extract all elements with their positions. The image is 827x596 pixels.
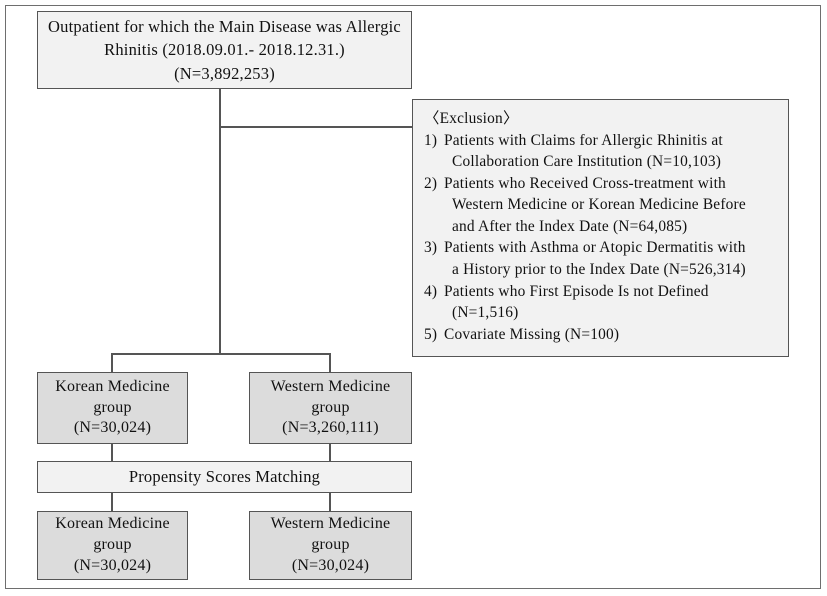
exclusion-item-2-line-1: Patients who Received Cross-treatment wi…	[444, 174, 726, 192]
connector-matching-to-western-post	[329, 492, 331, 512]
western-post-line-1: Western Medicine	[270, 515, 391, 533]
exclusion-item-4-line-2: (N=1,516)	[452, 304, 519, 322]
exclusion-item-2-line-3: and After the Index Date (N=64,085)	[452, 217, 688, 235]
western-post-line-3: (N=30,024)	[291, 556, 370, 574]
connector-source-trunk	[219, 88, 221, 355]
source-line-3: (N=3,892,253)	[174, 63, 275, 83]
korean-pre-line-1: Korean Medicine	[55, 377, 170, 395]
exclusion-item-2-number: 2)	[424, 174, 438, 192]
exclusion-title: 〈Exclusion〉	[424, 110, 519, 127]
korean-pre-line-3: (N=30,024)	[73, 419, 152, 437]
western-medicine-group-pre-box: Western Medicine group (N=3,260,111)	[249, 372, 412, 444]
western-pre-line-3: (N=3,260,111)	[282, 419, 379, 437]
connector-western-pre-to-matching	[329, 444, 331, 462]
exclusion-item-5-number: 5)	[424, 325, 438, 343]
exclusion-list: 1) Patients with Claims for Allergic Rhi…	[424, 130, 779, 346]
flowchart-canvas: Outpatient for which the Main Disease wa…	[0, 0, 827, 596]
korean-post-line-1: Korean Medicine	[55, 515, 170, 533]
source-line-1: Outpatient for which the Main Disease wa…	[48, 16, 401, 36]
source-line-2: Rhinitis (2018.09.01.- 2018.12.31.)	[104, 40, 345, 60]
propensity-scores-matching-box: Propensity Scores Matching	[37, 461, 412, 493]
exclusion-item-2: 2) Patients who Received Cross-treatment…	[424, 173, 779, 238]
korean-post-line-2: group	[93, 536, 132, 554]
exclusion-item-1-line-2: Collaboration Care Institution (N=10,103…	[452, 153, 722, 171]
connector-to-exclusion	[219, 126, 413, 128]
connector-to-western-group-pre	[329, 353, 331, 373]
western-medicine-group-post-box: Western Medicine group (N=30,024)	[249, 511, 412, 580]
exclusion-item-1: 1) Patients with Claims for Allergic Rhi…	[424, 130, 779, 173]
exclusion-item-4-line-1: Patients who First Episode Is not Define…	[444, 282, 709, 300]
connector-korean-pre-to-matching	[111, 444, 113, 462]
exclusion-item-3-number: 3)	[424, 239, 438, 257]
matching-label: Propensity Scores Matching	[128, 467, 321, 487]
korean-medicine-group-pre-box: Korean Medicine group (N=30,024)	[37, 372, 188, 444]
exclusion-item-1-number: 1)	[424, 131, 438, 149]
exclusion-item-5-line-1: Covariate Missing (N=100)	[444, 325, 620, 343]
western-pre-line-1: Western Medicine	[270, 377, 391, 395]
connector-matching-to-korean-post	[111, 492, 113, 512]
source-population-box: Outpatient for which the Main Disease wa…	[37, 11, 412, 89]
exclusion-item-3: 3) Patients with Asthma or Atopic Dermat…	[424, 237, 779, 280]
exclusion-item-4-number: 4)	[424, 282, 438, 300]
exclusion-item-5: 5) Covariate Missing (N=100)	[424, 324, 779, 346]
korean-medicine-group-post-box: Korean Medicine group (N=30,024)	[37, 511, 188, 580]
western-post-line-2: group	[311, 536, 350, 554]
connector-split-horizontal	[111, 353, 331, 355]
exclusion-item-3-line-1: Patients with Asthma or Atopic Dermatiti…	[444, 239, 746, 257]
connector-to-korean-group-pre	[111, 353, 113, 373]
exclusion-item-4: 4) Patients who First Episode Is not Def…	[424, 281, 779, 324]
korean-post-line-3: (N=30,024)	[73, 556, 152, 574]
exclusion-item-1-line-1: Patients with Claims for Allergic Rhinit…	[444, 131, 723, 149]
exclusion-item-2-line-2: Western Medicine or Korean Medicine Befo…	[452, 196, 746, 214]
korean-pre-line-2: group	[93, 398, 132, 416]
exclusion-item-3-line-2: a History prior to the Index Date (N=526…	[452, 260, 746, 278]
western-pre-line-2: group	[311, 398, 350, 416]
exclusion-criteria-box: 〈Exclusion〉 1) Patients with Claims for …	[412, 99, 789, 357]
